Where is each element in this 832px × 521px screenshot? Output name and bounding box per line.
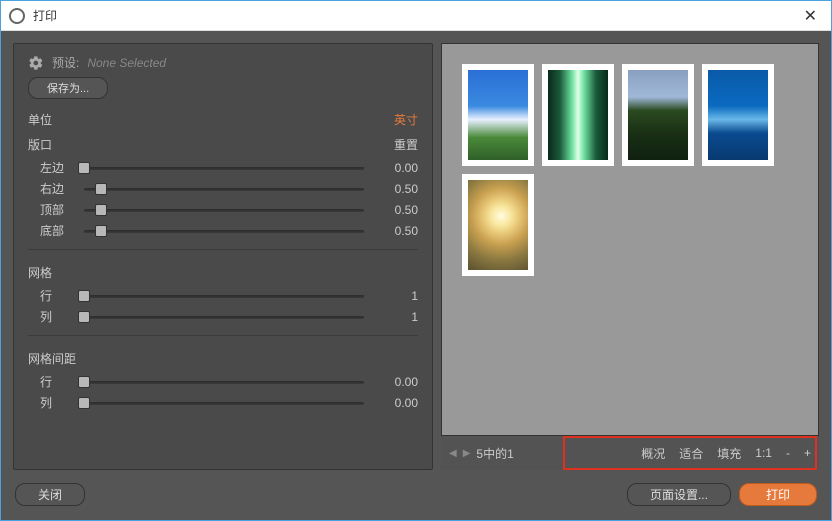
thumbnail[interactable] <box>462 64 534 166</box>
slider-label: 右边 <box>40 180 74 197</box>
slider-value: 1 <box>374 289 418 303</box>
slider-label: 列 <box>40 308 74 325</box>
pager: ◀ ▶ 5中的1 <box>449 445 514 462</box>
titlebar: 打印 ✕ <box>1 1 831 31</box>
zoom-out-button[interactable]: - <box>786 446 790 460</box>
aperture-slider-row: 左边 0.00 <box>40 159 418 176</box>
ratio-button[interactable]: 1:1 <box>755 446 772 460</box>
gear-icon[interactable] <box>28 55 44 71</box>
settings-scroll[interactable]: 预设: None Selected 保存为... 单位 英寸 版口 重置 左边 <box>14 44 432 469</box>
thumb-image <box>628 70 688 160</box>
window-title: 打印 <box>33 7 798 24</box>
units-value-link[interactable]: 英寸 <box>394 111 418 128</box>
thumbnail[interactable] <box>702 64 774 166</box>
footer: 关闭 页面设置... 打印 <box>13 480 819 508</box>
app-icon <box>9 8 25 24</box>
aperture-slider-row: 底部 0.50 <box>40 222 418 239</box>
pager-text: 5中的1 <box>476 445 513 462</box>
aperture-label: 版口 <box>28 136 52 153</box>
slider[interactable] <box>84 374 364 390</box>
close-icon[interactable]: ✕ <box>798 6 823 26</box>
slider-value: 0.50 <box>374 203 418 217</box>
pager-next-icon[interactable]: ▶ <box>463 448 471 459</box>
close-button[interactable]: 关闭 <box>15 483 85 506</box>
slider[interactable] <box>84 288 364 304</box>
spacing-slider-row: 行 0.00 <box>40 373 418 390</box>
thumb-image <box>708 70 768 160</box>
zoom-controls: 概况 适合 填充 1:1 - + <box>641 445 811 462</box>
slider-value: 0.50 <box>374 182 418 196</box>
main-row: 预设: None Selected 保存为... 单位 英寸 版口 重置 左边 <box>13 43 819 470</box>
dialog-body: 预设: None Selected 保存为... 单位 英寸 版口 重置 左边 <box>1 31 831 520</box>
slider-label: 左边 <box>40 159 74 176</box>
zoom-in-button[interactable]: + <box>804 446 811 460</box>
page-setup-button[interactable]: 页面设置... <box>627 483 731 506</box>
aperture-slider-row: 右边 0.50 <box>40 180 418 197</box>
preset-value: None Selected <box>87 56 166 70</box>
settings-panel: 预设: None Selected 保存为... 单位 英寸 版口 重置 左边 <box>13 43 433 470</box>
slider[interactable] <box>84 202 364 218</box>
units-label: 单位 <box>28 111 52 128</box>
saveas-row: 保存为... <box>28 77 418 99</box>
slider[interactable] <box>84 181 364 197</box>
slider[interactable] <box>84 223 364 239</box>
slider-value: 0.00 <box>374 375 418 389</box>
thumbnail[interactable] <box>542 64 614 166</box>
thumb-image <box>468 180 528 270</box>
slider[interactable] <box>84 309 364 325</box>
slider[interactable] <box>84 395 364 411</box>
preview-panel: ◀ ▶ 5中的1 概况 适合 填充 1:1 - + <box>441 43 819 470</box>
preview-toolbar: ◀ ▶ 5中的1 概况 适合 填充 1:1 - + <box>441 436 819 470</box>
thumb-image <box>468 70 528 160</box>
preview-area <box>441 43 819 436</box>
pager-prev-icon[interactable]: ◀ <box>449 448 457 459</box>
slider-label: 顶部 <box>40 201 74 218</box>
thumbnail[interactable] <box>462 174 534 276</box>
aperture-reset-button[interactable]: 重置 <box>394 136 418 153</box>
preset-row: 预设: None Selected <box>28 54 418 71</box>
aperture-head: 版口 重置 <box>28 136 418 153</box>
slider-value: 0.50 <box>374 224 418 238</box>
thumb-image <box>548 70 608 160</box>
overview-button[interactable]: 概况 <box>641 445 665 462</box>
save-as-button[interactable]: 保存为... <box>28 77 108 99</box>
slider[interactable] <box>84 160 364 176</box>
print-dialog: 打印 ✕ 预设: None Selected 保存为... 单位 英寸 <box>0 0 832 521</box>
spacing-label: 网格间距 <box>28 350 418 367</box>
slider-label: 底部 <box>40 222 74 239</box>
grid-label: 网格 <box>28 264 418 281</box>
divider <box>28 249 418 250</box>
units-row: 单位 英寸 <box>28 111 418 128</box>
grid-slider-row: 列1 <box>40 308 418 325</box>
divider <box>28 335 418 336</box>
fit-button[interactable]: 适合 <box>679 445 703 462</box>
fill-button[interactable]: 填充 <box>717 445 741 462</box>
slider-label: 行 <box>40 373 74 390</box>
slider-value: 0.00 <box>374 161 418 175</box>
spacing-slider-row: 列 0.00 <box>40 394 418 411</box>
print-button[interactable]: 打印 <box>739 483 817 506</box>
preset-label: 预设: <box>52 54 79 71</box>
grid-slider-row: 行1 <box>40 287 418 304</box>
aperture-slider-row: 顶部 0.50 <box>40 201 418 218</box>
slider-value: 0.00 <box>374 396 418 410</box>
slider-label: 列 <box>40 394 74 411</box>
thumbnail[interactable] <box>622 64 694 166</box>
slider-label: 行 <box>40 287 74 304</box>
slider-value: 1 <box>374 310 418 324</box>
